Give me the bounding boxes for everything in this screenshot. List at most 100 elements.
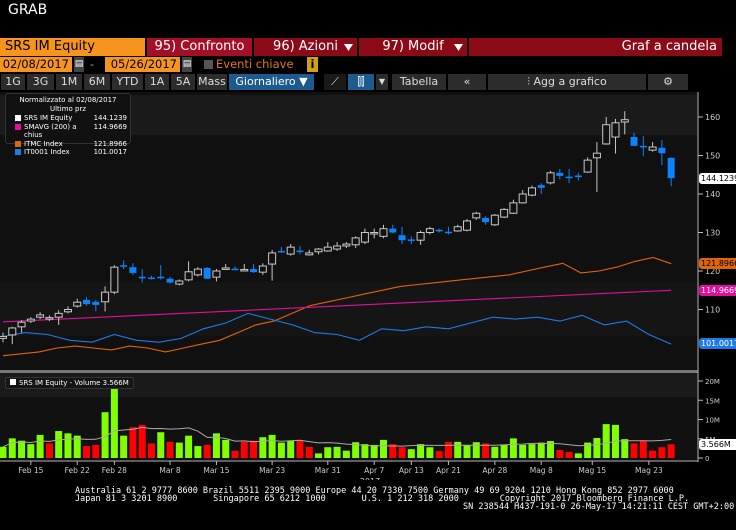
date-tick-label: Mag 15 (578, 466, 606, 475)
actions-menu[interactable]: 96) Azioni (254, 38, 357, 56)
chevron-down-icon (454, 44, 463, 51)
table-button[interactable]: Tabella (392, 74, 446, 90)
legend-value: 101.0017 (93, 148, 127, 156)
key-events-checkbox[interactable] (204, 60, 213, 69)
candle-down (630, 137, 638, 146)
volume-bar (27, 444, 35, 458)
legend-swatch (15, 149, 21, 155)
date-tick-label: Apr 21 (436, 466, 461, 475)
legend-item[interactable]: SMAVG (200) a chius 114.9669 (9, 123, 127, 140)
candle-up (416, 232, 425, 241)
period-ytd[interactable]: YTD (112, 74, 143, 90)
year-label: 2017 (360, 477, 380, 480)
key-events-label: Eventi chiave (216, 57, 294, 71)
period-3g[interactable]: 3G (27, 74, 54, 90)
price-tick-label: 150 (705, 152, 720, 161)
add-to-chart-button[interactable]: ⫶ Agg a grafico (488, 74, 646, 90)
volume-tick-label: 0 (705, 455, 709, 463)
it0001-price-tag: 101.0017 (699, 338, 736, 349)
calendar-icon[interactable]: ▤ (182, 57, 192, 72)
volume-bar (8, 438, 16, 458)
candle-down (667, 157, 675, 179)
candlestick-icon[interactable]: ⫿⫿ (348, 74, 374, 90)
candle-up (63, 309, 72, 313)
candle-down (129, 267, 137, 273)
volume-bar (472, 442, 480, 458)
line-chart-icon[interactable]: ⟋ (324, 74, 346, 90)
volume-bar (491, 446, 499, 458)
frequency-dropdown[interactable]: Giornaliero ▼ (229, 74, 314, 90)
legend-item[interactable]: IT0001 Index 101.0017 (9, 148, 127, 157)
candle-up (110, 266, 119, 293)
volume-bar (454, 441, 462, 458)
volume-bar (129, 427, 137, 458)
candle-down (537, 185, 545, 188)
candle-up (73, 301, 82, 307)
legend-label: SRS IM Equity (24, 114, 73, 122)
volume-bar (370, 444, 378, 458)
date-tick-label: Feb 22 (65, 466, 90, 475)
volume-bar (658, 447, 666, 458)
candle-down (83, 299, 91, 305)
volume-bar (305, 446, 313, 458)
volume-bar (398, 447, 406, 458)
period-1m[interactable]: 1M (56, 74, 82, 90)
legend: Normalizzato al 02/08/2017 Ultimo prz SR… (5, 93, 131, 156)
candle-up (314, 248, 323, 253)
volume-bar (509, 438, 517, 458)
candle-up (509, 202, 518, 214)
volume-bar (203, 444, 211, 458)
legend-value: 114.9669 (93, 122, 127, 131)
candle-up (193, 268, 202, 276)
legend-item[interactable]: ITMC Index 121.8966 (9, 140, 127, 149)
candle-up (546, 172, 555, 184)
start-date-input[interactable]: 02/08/2017 (0, 57, 72, 72)
candle-up (463, 220, 471, 231)
candle-down (296, 250, 304, 253)
date-tick-label: Feb 28 (102, 466, 127, 475)
end-date-input[interactable]: 05/26/2017 (105, 57, 180, 72)
volume-bar (667, 444, 675, 458)
volume-bar (649, 450, 657, 458)
last-price-tag: 144.1239 (699, 173, 736, 184)
date-tick-label: Mag 8 (530, 466, 553, 475)
info-icon[interactable]: i (307, 57, 318, 72)
candle-up (490, 214, 499, 226)
period-5a[interactable]: 5A (171, 74, 195, 90)
chart-style-dropdown[interactable]: ▼ (376, 74, 388, 90)
candle-down (120, 265, 128, 267)
calendar-icon[interactable]: ▤ (74, 57, 84, 72)
candle-up (240, 268, 249, 272)
compare-button[interactable]: 95) Confronto (147, 38, 252, 56)
volume-bar (0, 446, 7, 458)
date-separator: - (90, 57, 95, 71)
period-6m[interactable]: 6M (84, 74, 110, 90)
candle-up (360, 232, 369, 243)
period-1a[interactable]: 1A (145, 74, 169, 90)
volume-bar (185, 435, 193, 458)
candle-up (527, 187, 536, 196)
candle-up (342, 243, 351, 247)
period-max[interactable]: Mass (197, 74, 227, 90)
band (0, 282, 697, 336)
legend-item[interactable]: SRS IM Equity 144.1239 (9, 114, 127, 123)
candle-up (453, 226, 462, 232)
panel-divider[interactable] (0, 370, 698, 373)
date-tick-label: Mag 23 (635, 466, 663, 475)
candle-up (592, 152, 601, 159)
edit-menu[interactable]: 97) Modif (359, 38, 467, 56)
candle-down (407, 239, 415, 241)
settings-gear-icon[interactable]: ⚙ (648, 74, 688, 90)
volume-bar (630, 443, 638, 458)
volume-bar (361, 444, 369, 458)
collapse-button[interactable]: « (448, 74, 486, 90)
edit-label: 97) Modif (382, 39, 444, 54)
volume-bar (426, 447, 434, 458)
volume-bar (519, 444, 527, 458)
volume-bar (639, 440, 647, 458)
candle-up (212, 270, 221, 278)
security-input[interactable]: SRS IM Equity (0, 38, 145, 56)
volume-bar (565, 451, 573, 458)
period-1g[interactable]: 1G (1, 74, 25, 90)
price-tick-label: 110 (705, 306, 720, 315)
